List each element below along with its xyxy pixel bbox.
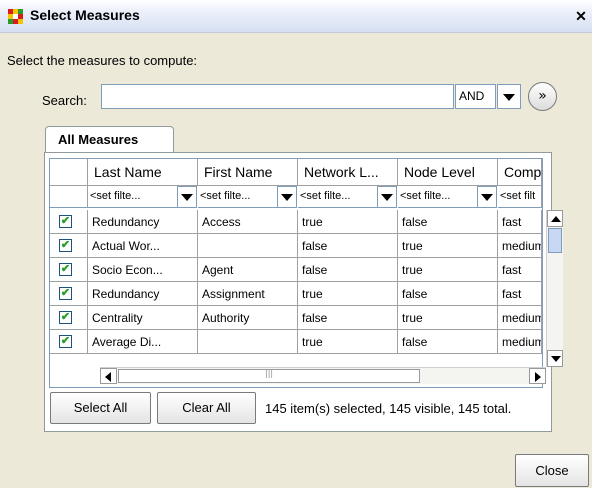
column-header-first-name[interactable]: First Name: [198, 159, 298, 186]
expand-options-button[interactable]: »: [528, 82, 557, 111]
measures-table: Last Name First Name Network L... Node L…: [49, 158, 543, 388]
chevron-down-icon[interactable]: [497, 84, 521, 109]
cell-network-level: true: [298, 210, 398, 234]
horizontal-scroll-thumb[interactable]: [118, 369, 420, 383]
checkbox-cell[interactable]: ✔: [50, 282, 88, 306]
filter-network-level[interactable]: <set filte...: [298, 186, 378, 208]
cell-comp: medium: [498, 234, 542, 258]
table-row[interactable]: ✔ Average Di... true false medium: [50, 330, 542, 354]
search-input[interactable]: [101, 84, 454, 109]
table-row[interactable]: ✔ Redundancy Assignment true false fast: [50, 282, 542, 306]
cell-first-name: Agent: [198, 258, 298, 282]
prompt-label: Select the measures to compute:: [7, 53, 198, 68]
window-title: Select Measures: [30, 7, 140, 23]
app-icon: [8, 9, 23, 24]
checkbox[interactable]: ✔: [59, 311, 72, 324]
column-header-network-level[interactable]: Network L...: [298, 159, 398, 186]
cell-first-name: Access: [198, 210, 298, 234]
cell-node-level: false: [398, 282, 498, 306]
column-header-last-name[interactable]: Last Name: [88, 159, 198, 186]
cell-node-level: true: [398, 234, 498, 258]
checkbox-cell[interactable]: ✔: [50, 306, 88, 330]
checkbox-cell[interactable]: ✔: [50, 210, 88, 234]
cell-network-level: false: [298, 306, 398, 330]
header-checkbox-column[interactable]: [50, 159, 88, 186]
filter-last-name[interactable]: <set filte...: [88, 186, 178, 208]
close-button[interactable]: Close: [515, 454, 589, 487]
cell-last-name: Redundancy: [88, 282, 198, 306]
search-label: Search:: [42, 93, 87, 108]
vertical-scroll-thumb[interactable]: [548, 228, 562, 253]
vertical-scrollbar[interactable]: [546, 210, 563, 367]
chevron-down-icon[interactable]: [377, 186, 397, 208]
title-bar[interactable]: Select Measures ✕: [0, 0, 592, 33]
cell-comp: medium: [498, 330, 542, 354]
cell-last-name: Socio Econ...: [88, 258, 198, 282]
cell-first-name: Authority: [198, 306, 298, 330]
table-row[interactable]: ✔ Actual Wor... false true medium: [50, 234, 542, 258]
checkbox[interactable]: ✔: [59, 287, 72, 300]
cell-first-name: [198, 330, 298, 354]
cell-node-level: true: [398, 258, 498, 282]
cell-comp: medium: [498, 306, 542, 330]
filter-node-level[interactable]: <set filte...: [398, 186, 478, 208]
filter-comp[interactable]: <set filt: [498, 186, 542, 208]
cell-node-level: false: [398, 210, 498, 234]
close-icon[interactable]: ✕: [572, 8, 590, 24]
checkbox[interactable]: ✔: [59, 335, 72, 348]
cell-node-level: false: [398, 330, 498, 354]
checkbox[interactable]: ✔: [59, 263, 72, 276]
tab-all-measures[interactable]: All Measures: [45, 126, 174, 153]
cell-last-name: Average Di...: [88, 330, 198, 354]
chevron-down-icon[interactable]: [277, 186, 297, 208]
cell-comp: fast: [498, 282, 542, 306]
filter-first-name[interactable]: <set filte...: [198, 186, 278, 208]
table-row[interactable]: ✔ Centrality Authority false true medium: [50, 306, 542, 330]
select-all-button[interactable]: Select All: [50, 392, 151, 424]
checkbox-cell[interactable]: ✔: [50, 330, 88, 354]
horizontal-scrollbar[interactable]: [100, 367, 546, 384]
cell-node-level: true: [398, 306, 498, 330]
checkbox-cell[interactable]: ✔: [50, 234, 88, 258]
cell-network-level: false: [298, 234, 398, 258]
cell-network-level: true: [298, 330, 398, 354]
filter-empty: [50, 186, 88, 208]
chevron-down-icon[interactable]: [177, 186, 197, 208]
cell-last-name: Centrality: [88, 306, 198, 330]
table-row[interactable]: ✔ Socio Econ... Agent false true fast: [50, 258, 542, 282]
cell-network-level: true: [298, 282, 398, 306]
cell-last-name: Actual Wor...: [88, 234, 198, 258]
app-icon-tile: [18, 19, 23, 24]
scroll-down-icon[interactable]: [547, 350, 563, 367]
scroll-left-icon[interactable]: [100, 368, 117, 384]
column-header-comp[interactable]: Comp: [498, 159, 542, 186]
chevron-down-icon[interactable]: [477, 186, 497, 208]
clear-all-button[interactable]: Clear All: [157, 392, 256, 424]
scroll-up-icon[interactable]: [547, 210, 563, 227]
double-chevron-down-icon: »: [538, 88, 547, 104]
selection-status: 145 item(s) selected, 145 visible, 145 t…: [265, 401, 512, 416]
scroll-right-icon[interactable]: [529, 368, 546, 384]
checkbox[interactable]: ✔: [59, 215, 72, 228]
column-header-node-level[interactable]: Node Level: [398, 159, 498, 186]
select-measures-dialog: Select Measures ✕ Select the measures to…: [0, 0, 592, 488]
cell-comp: fast: [498, 258, 542, 282]
cell-last-name: Redundancy: [88, 210, 198, 234]
table-row[interactable]: ✔ Redundancy Access true false fast: [50, 210, 542, 234]
tab-label: All Measures: [58, 132, 139, 147]
cell-first-name: [198, 234, 298, 258]
checkbox[interactable]: ✔: [59, 239, 72, 252]
operator-select[interactable]: AND: [455, 84, 496, 109]
cell-network-level: false: [298, 258, 398, 282]
checkbox-cell[interactable]: ✔: [50, 258, 88, 282]
cell-first-name: Assignment: [198, 282, 298, 306]
cell-comp: fast: [498, 210, 542, 234]
